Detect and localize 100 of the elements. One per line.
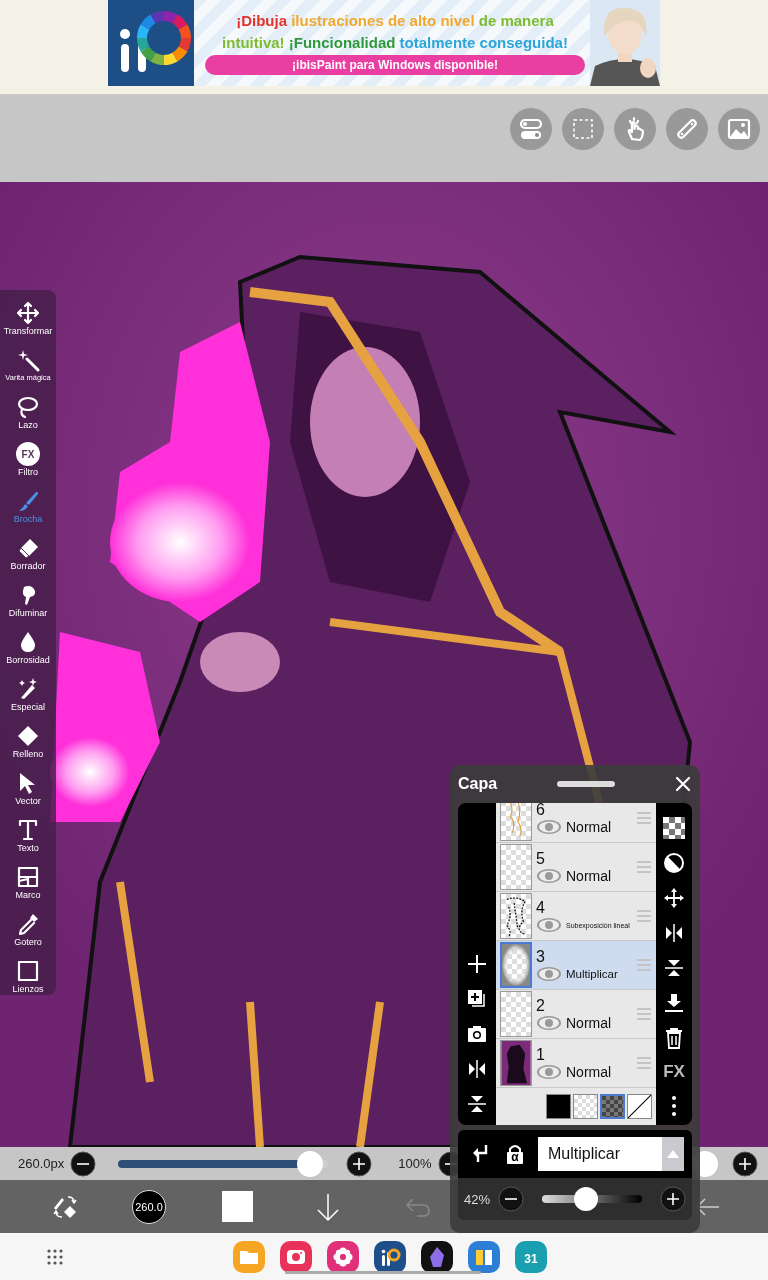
hand-button[interactable]	[614, 108, 656, 150]
blend-mode-label: Multiplicar	[566, 968, 618, 980]
dropper-icon	[16, 912, 40, 936]
toggle-button[interactable]	[510, 108, 552, 150]
plus-button[interactable]	[731, 1150, 758, 1177]
opacity-slider[interactable]	[542, 1187, 642, 1211]
drag-handle-icon[interactable]	[636, 958, 652, 972]
drag-handle-icon[interactable]	[636, 860, 652, 874]
camera-app-icon[interactable]	[280, 1240, 312, 1273]
layer-row[interactable]: 2 Normal	[496, 990, 656, 1039]
layer-number: 1	[536, 1046, 546, 1064]
lock-icon	[506, 1144, 524, 1164]
blend-mode-label: Normal	[566, 819, 612, 835]
brush-opacity-value: 100%	[398, 1156, 432, 1171]
color-swatch[interactable]	[222, 1191, 253, 1222]
tool-button[interactable]: Borrador	[0, 525, 56, 572]
layer-number: 4	[536, 899, 546, 917]
tool-button[interactable]: Especial	[0, 666, 56, 713]
move-icon	[16, 301, 40, 325]
checker-icon[interactable]	[663, 817, 685, 839]
brush-size-button[interactable]: 260.0	[132, 1189, 166, 1224]
tool-button[interactable]: Borrosidad	[0, 619, 56, 666]
tool-button[interactable]: Difuminar	[0, 572, 56, 619]
flip-icon[interactable]	[663, 922, 685, 944]
background-swatch[interactable]	[627, 1094, 652, 1119]
plus-button[interactable]	[660, 1186, 686, 1212]
tool-button[interactable]: Lazo	[0, 384, 56, 431]
merge-icon[interactable]	[663, 957, 685, 979]
square-icon	[16, 959, 40, 983]
layer-row[interactable]: 1 Normal	[496, 1039, 656, 1088]
background-swatch[interactable]	[573, 1094, 598, 1119]
panel-title: Capa	[458, 775, 498, 793]
down-arrow-icon[interactable]	[315, 1191, 341, 1222]
merge-icon[interactable]	[466, 1093, 488, 1115]
text-icon	[16, 818, 40, 842]
ad-headline: ¡Dibuja ilustraciones de alto nivel de manera	[236, 11, 554, 30]
ad-banner[interactable]: ¡Dibuja ilustraciones de alto nivel de manera intuitiva! ¡Funcionalidad totalmente conseguida! ¡ibisPaint para Windows disponible!	[108, 0, 660, 86]
layer-thumbnail	[500, 803, 532, 841]
drag-handle[interactable]	[556, 781, 615, 787]
opacity-value: 42%	[464, 1191, 492, 1207]
camera-icon[interactable]	[466, 1023, 488, 1045]
move-icon[interactable]	[663, 887, 685, 909]
blend-mode-label: Normal	[566, 1064, 612, 1080]
tool-button[interactable]: Relleno	[0, 713, 56, 760]
merge-down-icon[interactable]	[663, 992, 685, 1014]
close-icon[interactable]	[674, 775, 692, 793]
drag-handle-icon[interactable]	[636, 811, 652, 825]
layer-thumbnail	[500, 1040, 532, 1086]
layer-row[interactable]: 5 Normal	[496, 843, 656, 892]
ad-headline: intuitiva! ¡Funcionalidad totalmente conseguida!	[222, 33, 568, 52]
plus-button[interactable]	[346, 1150, 373, 1177]
tool-button[interactable]: Transformar	[0, 290, 56, 337]
ruler-button[interactable]	[666, 108, 708, 150]
diamond-icon	[16, 724, 40, 748]
eraser-icon	[16, 536, 40, 560]
lasso-icon	[16, 395, 40, 419]
crystal-app-icon[interactable]	[421, 1240, 453, 1273]
layer-thumbnail	[500, 942, 532, 988]
frame-icon	[16, 865, 40, 889]
paint-app-icon[interactable]	[374, 1240, 406, 1273]
background-swatch[interactable]	[600, 1094, 625, 1119]
blend-mode-label: Normal	[566, 1015, 612, 1031]
tool-button[interactable]: Marco	[0, 854, 56, 901]
ad-button[interactable]: ¡ibisPaint para Windows disponible!	[205, 55, 585, 75]
layer-row[interactable]: 6 Normal	[496, 803, 656, 843]
image-button[interactable]	[718, 108, 760, 150]
contrast-icon[interactable]	[663, 852, 685, 874]
layer-thumbnail	[500, 844, 532, 890]
tool-button[interactable]: Vector	[0, 760, 56, 807]
minus-button[interactable]	[498, 1186, 524, 1212]
blend-mode-dropdown[interactable]: Multiplicar	[538, 1137, 684, 1171]
fx-button[interactable]: FX	[663, 1062, 685, 1082]
caret-icon	[667, 1150, 679, 1158]
layer-thumbnail	[500, 893, 532, 939]
minus-button[interactable]	[70, 1150, 97, 1177]
layer-number: 5	[536, 850, 546, 868]
layer-number: 3	[536, 948, 546, 966]
flower-app-icon[interactable]	[327, 1240, 359, 1273]
background-swatch[interactable]	[546, 1094, 571, 1119]
brush-size-slider[interactable]	[118, 1150, 329, 1177]
tool-button[interactable]: Lienzos	[0, 948, 56, 995]
layer-number: 2	[536, 997, 546, 1015]
book-app-icon[interactable]	[468, 1240, 500, 1273]
drag-handle-icon[interactable]	[636, 1007, 652, 1021]
duplicate-icon[interactable]	[466, 988, 488, 1010]
tool-button[interactable]: FX Filtro	[0, 431, 56, 478]
tool-button[interactable]: Brocha	[0, 478, 56, 525]
drag-handle-icon[interactable]	[636, 909, 652, 923]
layer-row[interactable]: 3 Multiplicar	[496, 941, 656, 990]
drag-handle-icon[interactable]	[636, 1056, 652, 1070]
blend-mode-label: Normal	[566, 868, 612, 884]
add-icon[interactable]	[466, 953, 488, 975]
alpha-lock-button[interactable]: α	[506, 1144, 524, 1164]
layer-number: 6	[536, 803, 546, 819]
tool-button[interactable]: Gotero	[0, 901, 56, 948]
more-icon[interactable]	[671, 1095, 677, 1117]
trash-icon[interactable]	[663, 1027, 685, 1049]
tool-button[interactable]: Texto	[0, 807, 56, 854]
layer-thumbnail	[500, 991, 532, 1037]
flip-icon[interactable]	[466, 1058, 488, 1080]
